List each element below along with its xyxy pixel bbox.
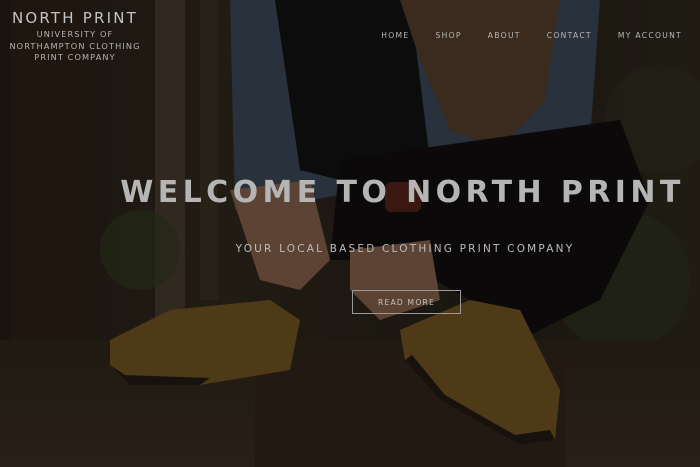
nav-item-about[interactable]: ABOUT <box>488 31 521 40</box>
brand-subtitle-line: UNIVERSITY OF <box>36 29 114 39</box>
brand-title: NORTH PRINT <box>11 9 139 27</box>
hero-section: NORTH PRINT UNIVERSITY OF NORTHAMPTON CL… <box>0 0 700 467</box>
hero-tagline: YOUR LOCAL BASED CLOTHING PRINT COMPANY <box>235 243 575 255</box>
read-more-button[interactable]: READ MORE <box>352 290 461 314</box>
nav-item-home[interactable]: HOME <box>381 31 409 40</box>
nav-item-contact[interactable]: CONTACT <box>547 31 592 40</box>
brand-subtitle-line: PRINT COMPANY <box>34 52 116 62</box>
brand-subtitle: UNIVERSITY OF NORTHAMPTON CLOTHING PRINT… <box>0 29 150 64</box>
nav-item-my-account[interactable]: MY ACCOUNT <box>618 31 682 40</box>
brand-subtitle-line: NORTHAMPTON CLOTHING <box>9 40 141 51</box>
brand-logo[interactable]: NORTH PRINT UNIVERSITY OF NORTHAMPTON CL… <box>0 9 150 64</box>
hero-headline: WELCOME TO NORTH PRINT <box>120 175 685 210</box>
main-navigation: HOME SHOP ABOUT CONTACT MY ACCOUNT <box>355 31 682 40</box>
dark-overlay <box>0 0 700 467</box>
nav-item-shop[interactable]: SHOP <box>436 31 462 40</box>
